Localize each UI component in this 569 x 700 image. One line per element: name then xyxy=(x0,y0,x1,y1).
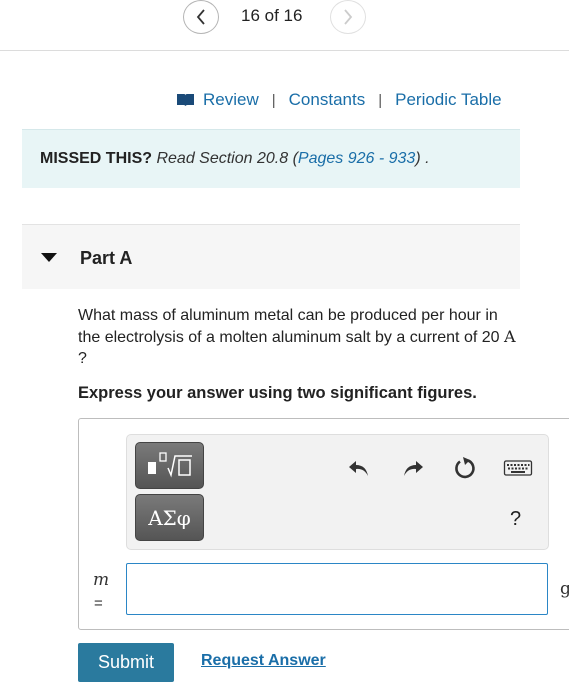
chevron-left-icon xyxy=(196,9,205,25)
missed-label: MISSED THIS? xyxy=(40,150,153,167)
read-section-text: Read Section 20.8 xyxy=(156,150,289,167)
question-pager: 16 of 16 xyxy=(0,0,569,51)
math-toolbar: ΑΣφ ? xyxy=(126,434,549,550)
next-button[interactable] xyxy=(330,0,366,34)
close-paren: ) . xyxy=(415,150,430,167)
pages-link[interactable]: Pages 926 - 933 xyxy=(298,150,415,167)
keyboard-icon[interactable] xyxy=(503,455,533,481)
question-text: What mass of aluminum metal can be produ… xyxy=(78,305,518,369)
answer-unit: g xyxy=(560,579,569,599)
redo-icon[interactable] xyxy=(400,455,426,481)
question-mark: ? xyxy=(78,350,87,367)
answer-input[interactable] xyxy=(126,563,548,615)
templates-button[interactable] xyxy=(135,442,204,489)
undo-icon[interactable] xyxy=(346,455,372,481)
missed-this-banner: MISSED THIS? Read Section 20.8 (Pages 92… xyxy=(22,129,520,188)
book-icon xyxy=(177,94,194,106)
review-link[interactable]: Review xyxy=(203,90,259,110)
link-separator: | xyxy=(271,91,276,109)
submit-button[interactable]: Submit xyxy=(78,643,174,682)
collapse-triangle-icon[interactable] xyxy=(41,253,57,262)
previous-button[interactable] xyxy=(183,0,219,34)
symbols-button[interactable]: ΑΣφ xyxy=(135,494,204,541)
answer-variable: m xyxy=(93,570,110,590)
answer-instruction: Express your answer using two significan… xyxy=(78,384,477,402)
current-unit: A xyxy=(503,327,516,346)
part-a-header[interactable]: Part A xyxy=(22,224,520,289)
answer-area: ΑΣφ ? m = g xyxy=(78,418,569,630)
resource-links: Review | Constants | Periodic Table xyxy=(176,90,502,110)
periodic-table-link[interactable]: Periodic Table xyxy=(395,90,501,110)
templates-icon xyxy=(147,451,192,477)
constants-link[interactable]: Constants xyxy=(289,90,366,110)
chevron-right-icon xyxy=(344,9,353,25)
reset-icon[interactable] xyxy=(452,455,478,481)
pager-position: 16 of 16 xyxy=(241,6,303,25)
equals-sign: = xyxy=(94,595,103,612)
part-title: Part A xyxy=(80,248,133,268)
question-body: What mass of aluminum metal can be produ… xyxy=(78,307,500,346)
link-separator: | xyxy=(378,91,383,109)
request-answer-link[interactable]: Request Answer xyxy=(201,652,326,670)
help-button[interactable]: ? xyxy=(510,508,521,531)
